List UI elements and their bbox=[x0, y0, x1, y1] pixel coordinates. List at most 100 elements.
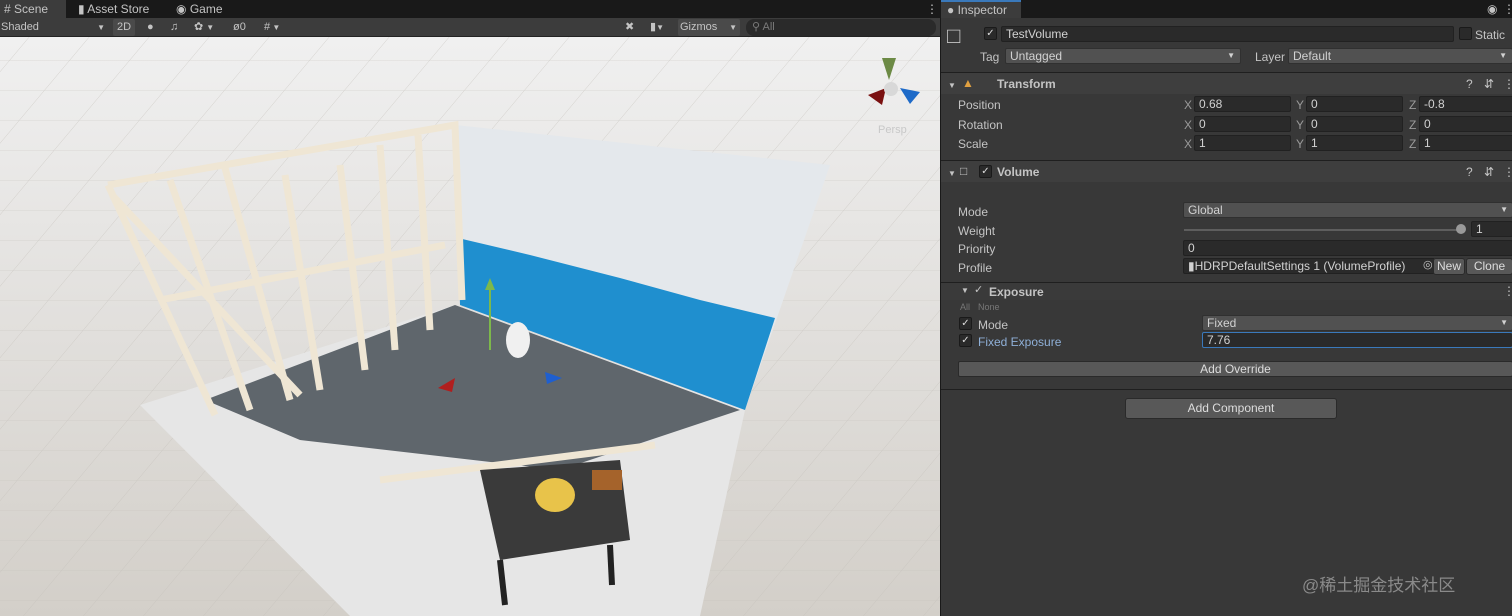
transform-header[interactable]: ▼ ▲ Transform ? ⇵ ⋮ bbox=[941, 72, 1512, 94]
camera-icon[interactable]: ▮▼ bbox=[650, 19, 674, 36]
divider bbox=[941, 389, 1512, 390]
tab-asset-store[interactable]: ▮ Asset Store bbox=[74, 0, 164, 18]
static-checkbox[interactable] bbox=[1459, 27, 1472, 40]
help-icon[interactable]: ? bbox=[1466, 165, 1473, 179]
tools-icon[interactable]: ✖ bbox=[625, 19, 639, 36]
axis-label-x[interactable]: X bbox=[1184, 137, 1192, 151]
transform-z-field[interactable]: -0.8 bbox=[1419, 96, 1512, 112]
more-menu-icon[interactable]: ⋮ bbox=[1503, 284, 1512, 298]
gameobject-cube-icon: □ bbox=[947, 23, 961, 48]
override-title: Exposure bbox=[989, 285, 1044, 299]
transform-z-field[interactable]: 1 bbox=[1419, 135, 1512, 151]
add-component-button[interactable]: Add Component bbox=[1125, 398, 1337, 419]
axis-label-z[interactable]: Z bbox=[1409, 118, 1416, 132]
axis-label-y[interactable]: Y bbox=[1296, 137, 1304, 151]
transform-y-field[interactable]: 0 bbox=[1306, 96, 1403, 112]
tab-inspector[interactable]: ● Inspector bbox=[941, 0, 1021, 18]
profile-field[interactable]: ▮HDRPDefaultSettings 1 (VolumeProfile) bbox=[1183, 258, 1435, 274]
more-menu-icon[interactable]: ⋮ bbox=[1503, 77, 1512, 91]
shading-dropdown[interactable]: Shaded ▼ bbox=[1, 19, 107, 36]
volume-header[interactable]: ▼ □ ✓ Volume ? ⇵ ⋮ bbox=[941, 160, 1512, 182]
grid-icon[interactable]: # ▼ bbox=[264, 19, 298, 36]
lighting-icon[interactable]: ● bbox=[147, 19, 161, 36]
component-title: Transform bbox=[997, 77, 1056, 91]
hidden-objects-toggle[interactable]: ø0 bbox=[233, 19, 259, 36]
weight-slider-track[interactable] bbox=[1184, 229, 1461, 231]
layer-dropdown[interactable]: Default ▼ bbox=[1288, 48, 1512, 64]
transform-y-field[interactable]: 1 bbox=[1306, 135, 1403, 151]
axis-label-x[interactable]: X bbox=[1184, 98, 1192, 112]
mode-override-checkbox[interactable]: ✓ bbox=[959, 317, 972, 330]
axis-label-z[interactable]: Z bbox=[1409, 98, 1416, 112]
object-picker-icon[interactable]: ◎ bbox=[1423, 259, 1433, 272]
foldout-arrow-icon[interactable]: ▼ bbox=[948, 167, 956, 181]
exposure-mode-label: Mode bbox=[978, 318, 1009, 332]
gizmos-dropdown[interactable]: Gizmos ▼ bbox=[678, 19, 740, 36]
active-checkbox[interactable]: ✓ bbox=[984, 27, 997, 40]
add-override-button[interactable]: Add Override bbox=[958, 361, 1512, 377]
inspector-panel: ● Inspector ◉ ⋮ □ ✓ TestVolume Static ▼ … bbox=[940, 0, 1512, 616]
scene-view[interactable]: Persp bbox=[0, 37, 940, 616]
asset-icon: ▮ bbox=[1188, 259, 1195, 273]
transform-x-field[interactable]: 0 bbox=[1194, 116, 1291, 132]
weight-field[interactable]: 1 bbox=[1471, 221, 1512, 237]
axis-label-y[interactable]: Y bbox=[1296, 118, 1304, 132]
object-name-field[interactable]: TestVolume bbox=[1001, 26, 1454, 42]
scene-toolbar: Shaded ▼ 2D ● ♫ ✿ ▼ ø0 # ▼ ✖ ▮▼ Gizmos ▼ ⚲… bbox=[0, 18, 940, 37]
select-all-link[interactable]: All bbox=[960, 302, 970, 313]
search-icon: ⚲ bbox=[752, 21, 761, 33]
inspector-tab-bar: ● Inspector ◉ ⋮ bbox=[941, 0, 1512, 18]
chevron-down-icon: ▼ bbox=[97, 23, 105, 32]
bag-icon: ▮ bbox=[78, 2, 85, 16]
audio-icon[interactable]: ♫ bbox=[170, 19, 184, 36]
exposure-mode-dropdown[interactable]: Fixed ▼ bbox=[1202, 315, 1512, 331]
foldout-arrow-icon[interactable]: ▼ bbox=[948, 79, 956, 93]
scene-tab-bar: # Scene ▮ Asset Store ◉ Game ⋮ bbox=[0, 0, 940, 18]
new-profile-button[interactable]: New bbox=[1433, 258, 1465, 275]
profile-label: Profile bbox=[958, 261, 993, 275]
axis-label-y[interactable]: Y bbox=[1296, 98, 1304, 112]
component-title: Volume bbox=[997, 165, 1040, 179]
more-menu-icon[interactable]: ⋮ bbox=[1503, 165, 1512, 179]
volume-enabled-checkbox[interactable]: ✓ bbox=[979, 165, 992, 178]
exposure-header[interactable]: ▼ ✓ Exposure ⋮ bbox=[941, 282, 1512, 300]
2d-toggle[interactable]: 2D bbox=[113, 19, 135, 36]
tag-label: Tag bbox=[980, 50, 1000, 64]
search-input[interactable]: ⚲ All bbox=[746, 19, 936, 36]
axis-label-z[interactable]: Z bbox=[1409, 137, 1416, 151]
axis-label-x[interactable]: X bbox=[1184, 118, 1192, 132]
chevron-down-icon: ▼ bbox=[729, 23, 737, 32]
more-menu-icon[interactable]: ⋮ bbox=[922, 0, 938, 18]
weight-slider-handle[interactable] bbox=[1456, 224, 1466, 234]
priority-field[interactable]: 0 bbox=[1183, 240, 1512, 256]
info-icon: ● bbox=[947, 3, 955, 17]
transform-z-field[interactable]: 0 bbox=[1419, 116, 1512, 132]
transform-y-field[interactable]: 0 bbox=[1306, 116, 1403, 132]
presets-icon[interactable]: ⇵ bbox=[1484, 77, 1494, 91]
tab-scene[interactable]: # Scene bbox=[0, 0, 66, 18]
clone-profile-button[interactable]: Clone bbox=[1466, 258, 1512, 275]
transform-row-label: Rotation bbox=[958, 118, 1003, 132]
tab-game[interactable]: ◉ Game bbox=[172, 0, 232, 18]
select-none-link[interactable]: None bbox=[978, 302, 1000, 313]
transform-x-field[interactable]: 0.68 bbox=[1194, 96, 1291, 112]
mode-label: Mode bbox=[958, 205, 989, 219]
fixed-exposure-field[interactable]: 7.76 bbox=[1202, 332, 1512, 348]
presets-icon[interactable]: ⇵ bbox=[1484, 165, 1494, 179]
view-mode-label[interactable]: Persp bbox=[878, 124, 907, 137]
tag-dropdown[interactable]: Untagged ▼ bbox=[1005, 48, 1241, 64]
layer-label: Layer bbox=[1255, 50, 1286, 64]
foldout-arrow-icon[interactable]: ▼ bbox=[961, 286, 969, 296]
volume-mode-dropdown[interactable]: Global ▼ bbox=[1183, 202, 1512, 218]
transform-x-field[interactable]: 1 bbox=[1194, 135, 1291, 151]
transform-row-label: Scale bbox=[958, 137, 989, 151]
weight-label: Weight bbox=[958, 224, 996, 238]
hash-icon: # bbox=[4, 2, 11, 16]
effects-icon[interactable]: ✿ ▼ bbox=[194, 19, 224, 36]
fixed-exposure-override-checkbox[interactable]: ✓ bbox=[959, 334, 972, 347]
help-icon[interactable]: ? bbox=[1466, 77, 1473, 91]
lock-icon[interactable]: ◉ bbox=[1487, 2, 1497, 16]
volume-cube-icon: □ bbox=[960, 164, 968, 178]
exposure-enabled-checkbox[interactable]: ✓ bbox=[974, 284, 983, 297]
more-menu-icon[interactable]: ⋮ bbox=[1503, 2, 1512, 16]
